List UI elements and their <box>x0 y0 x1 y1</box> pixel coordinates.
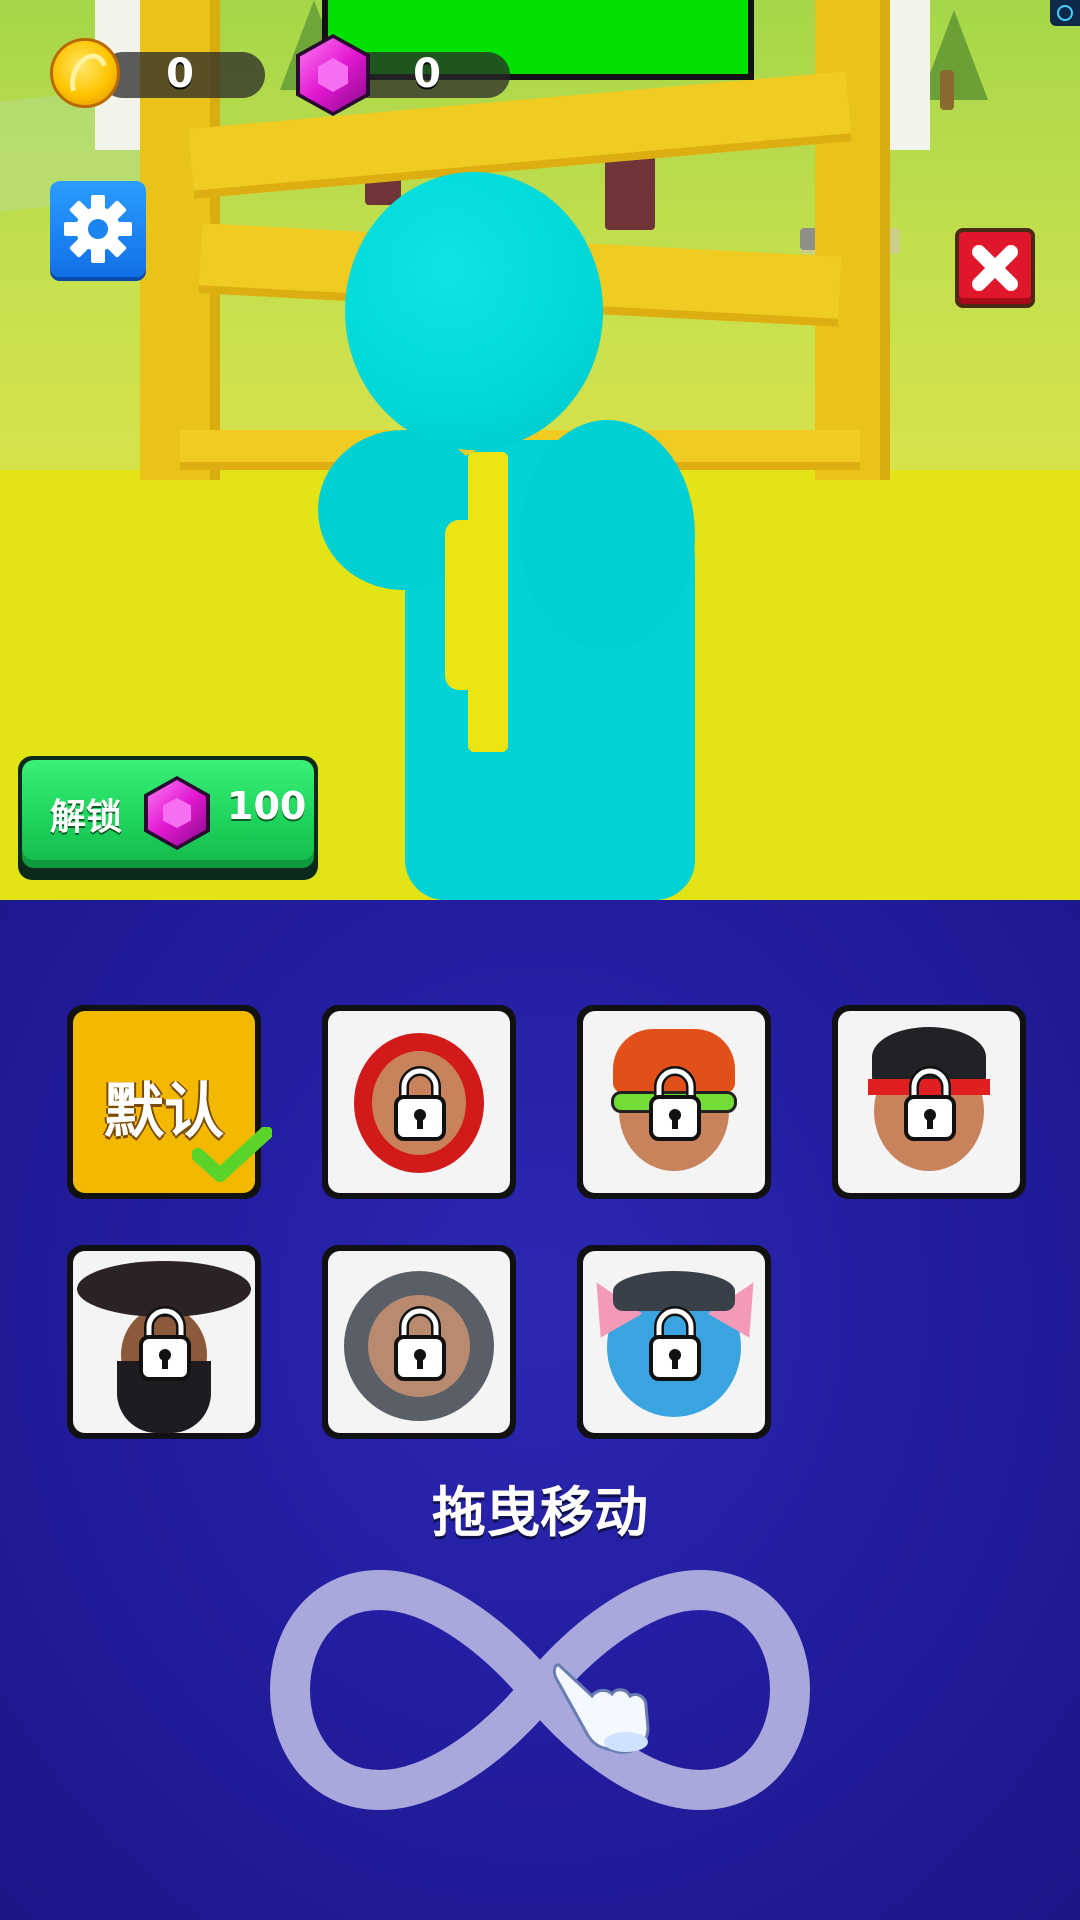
character-head <box>345 172 603 450</box>
lock-icon <box>649 1306 701 1381</box>
skin-slot-headset[interactable] <box>577 1005 771 1199</box>
gear-icon <box>64 195 132 263</box>
coin-count: 0 <box>166 51 194 97</box>
background-post <box>888 0 930 150</box>
unlock-price: 100 <box>227 784 307 828</box>
settings-button[interactable] <box>50 181 146 277</box>
close-button[interactable] <box>955 228 1035 308</box>
checkmark-icon <box>192 1127 272 1182</box>
lock-icon <box>394 1066 446 1141</box>
skin-slot-blue-cat[interactable] <box>577 1245 771 1439</box>
weapon <box>445 520 505 690</box>
infinity-gesture-icon <box>270 1570 810 1810</box>
lock-icon <box>649 1066 701 1141</box>
app-badge-icon <box>1050 0 1080 26</box>
lock-icon <box>394 1306 446 1381</box>
skin-slot-pirate[interactable] <box>67 1245 261 1439</box>
close-icon <box>972 245 1018 291</box>
skin-slot-bandana[interactable] <box>832 1005 1026 1199</box>
drag-to-move-instruction: 拖曳移动 <box>432 1481 648 1544</box>
skin-slot-default[interactable]: 默认 <box>67 1005 272 1199</box>
skin-slot-red-ninja[interactable] <box>322 1005 516 1199</box>
lock-icon <box>904 1066 956 1141</box>
gem-count: 0 <box>413 51 441 97</box>
skin-slot-knight[interactable] <box>322 1245 516 1439</box>
game-scene[interactable]: 0 0 解锁 100 <box>0 0 1080 900</box>
unlock-button[interactable]: 解锁 100 <box>18 756 318 880</box>
tree-trunk <box>940 70 954 110</box>
pointing-hand-icon <box>552 1663 650 1754</box>
coin-icon <box>50 38 120 108</box>
pine-tree <box>920 10 988 100</box>
character-arm <box>520 420 695 650</box>
unlock-button-face: 解锁 100 <box>22 760 314 868</box>
lock-icon <box>139 1306 191 1381</box>
unlock-label: 解锁 <box>50 797 123 838</box>
